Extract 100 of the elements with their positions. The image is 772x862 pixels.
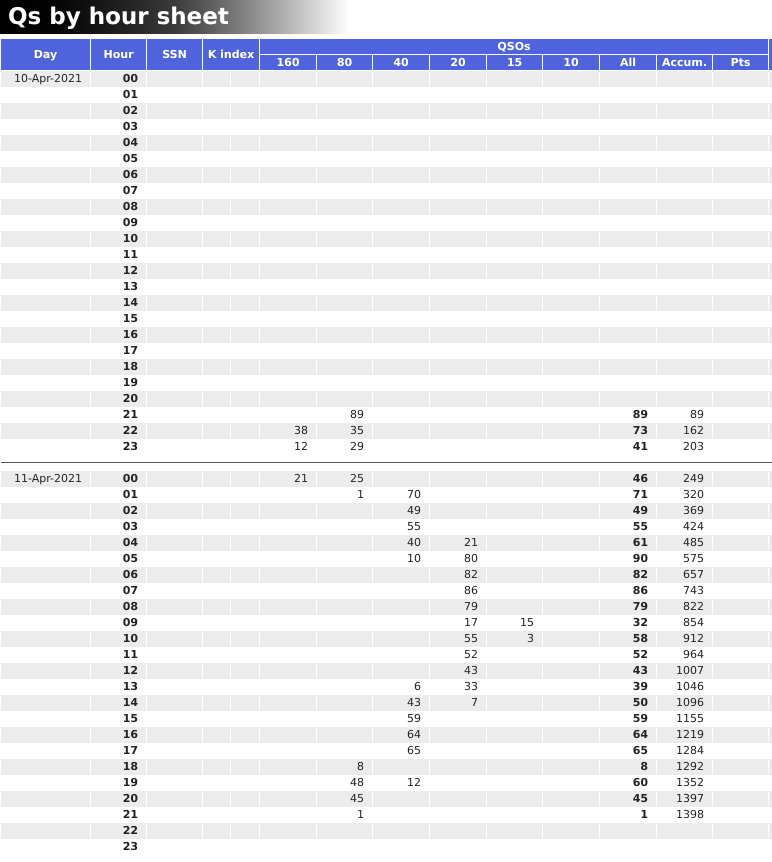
qso-cell: 79 xyxy=(464,600,478,613)
sheet-title: Qs by hour sheet xyxy=(8,6,229,28)
total-cell: 59 xyxy=(632,712,648,725)
hour-cell: 10 xyxy=(122,632,138,645)
qso-cell: 45 xyxy=(350,792,364,805)
hour-cell: 22 xyxy=(122,824,138,837)
hour-cell: 16 xyxy=(122,728,138,741)
hour-cell: 15 xyxy=(122,312,138,325)
total-cell: 49 xyxy=(632,504,648,517)
qso-cell: 7 xyxy=(471,696,478,709)
accumulated-cell: 485 xyxy=(683,536,704,549)
qso-cell: 33 xyxy=(464,680,478,693)
hour-cell: 07 xyxy=(122,184,138,197)
day-cell: 10-Apr-2021 xyxy=(14,72,82,86)
hour-cell: 22 xyxy=(122,424,138,437)
total-cell: 58 xyxy=(632,632,648,645)
qso-cell: 6 xyxy=(414,680,422,693)
accumulated-cell: 1046 xyxy=(676,680,704,693)
day-cell: 11-Apr-2021 xyxy=(14,472,82,485)
column-header: 15 xyxy=(486,54,543,70)
total-cell: 46 xyxy=(632,472,648,485)
column-header: All xyxy=(600,54,657,70)
total-cell: 39 xyxy=(632,680,648,693)
qso-cell: 40 xyxy=(407,536,422,549)
column-header: 80 xyxy=(316,54,373,70)
accumulated-cell: 424 xyxy=(683,520,704,533)
hour-cell: 18 xyxy=(122,360,138,373)
hour-cell: 02 xyxy=(122,504,138,517)
column-header: 40 xyxy=(372,54,430,70)
accumulated-cell: 1398 xyxy=(676,808,704,821)
qso-cell: 21 xyxy=(464,536,478,549)
hour-cell: 23 xyxy=(122,440,138,453)
hour-cell: 10 xyxy=(122,232,138,245)
hour-cell: 13 xyxy=(122,280,138,293)
accumulated-cell: 1352 xyxy=(676,776,704,789)
qso-cell: 65 xyxy=(407,744,422,757)
accumulated-cell: 1397 xyxy=(676,792,704,805)
hour-cell: 14 xyxy=(122,296,138,309)
column-header: SSN xyxy=(146,38,202,70)
total-cell: 52 xyxy=(632,648,648,661)
hour-cell: 11 xyxy=(122,248,138,261)
hour-cell: 12 xyxy=(122,664,138,677)
accumulated-cell: 575 xyxy=(683,552,704,565)
hour-cell: 00 xyxy=(122,472,138,485)
hour-cell: 12 xyxy=(122,264,138,277)
qso-cell: 52 xyxy=(464,648,478,661)
qso-cell: 12 xyxy=(294,440,308,453)
accumulated-cell: 1292 xyxy=(676,760,704,773)
hour-cell: 05 xyxy=(122,552,138,565)
hour-cell: 03 xyxy=(122,120,138,133)
accumulated-cell: 369 xyxy=(683,504,704,517)
hour-cell: 19 xyxy=(122,376,138,389)
column-header: Day xyxy=(0,38,90,70)
qso-cell: 43 xyxy=(464,664,478,677)
accumulated-cell: 912 xyxy=(683,632,704,645)
accumulated-cell: 1007 xyxy=(676,664,704,677)
column-header: 10 xyxy=(542,54,600,70)
hour-cell: 06 xyxy=(122,168,138,181)
total-cell: 41 xyxy=(632,440,648,453)
accumulated-cell: 203 xyxy=(683,440,704,453)
qso-cell: 64 xyxy=(407,728,422,741)
hour-cell: 08 xyxy=(122,600,138,613)
qso-cell: 48 xyxy=(350,776,364,789)
hour-cell: 17 xyxy=(122,744,138,757)
hour-cell: 16 xyxy=(122,328,138,341)
column-header: K index xyxy=(202,38,260,70)
qso-cell: 59 xyxy=(407,712,422,725)
hour-cell: 05 xyxy=(122,152,138,165)
column-header: 160 xyxy=(260,54,317,70)
hour-cell: 09 xyxy=(122,616,138,629)
total-cell: 89 xyxy=(632,408,648,421)
qso-cell: 21 xyxy=(294,472,308,485)
qso-cell: 35 xyxy=(350,424,364,437)
hour-cell: 13 xyxy=(122,680,138,693)
total-cell: 60 xyxy=(632,776,648,789)
hour-cell: 11 xyxy=(122,648,138,661)
hour-cell: 07 xyxy=(122,584,138,597)
qso-cell: 55 xyxy=(464,632,478,645)
total-cell: 1 xyxy=(640,808,648,821)
accumulated-cell: 249 xyxy=(683,472,704,485)
total-cell: 32 xyxy=(632,616,648,629)
total-cell: 90 xyxy=(632,552,648,565)
qso-cell: 55 xyxy=(407,520,422,533)
accumulated-cell: 1284 xyxy=(676,744,704,757)
hour-cell: 14 xyxy=(122,696,138,709)
qso-cell: 10 xyxy=(407,552,422,565)
total-cell: 82 xyxy=(632,568,648,581)
qso-cell: 12 xyxy=(407,776,422,789)
accumulated-cell: 1155 xyxy=(676,712,704,725)
accumulated-cell: 1219 xyxy=(676,728,704,741)
accumulated-cell: 854 xyxy=(683,616,704,629)
column-header: 20 xyxy=(430,54,487,70)
hour-cell: 01 xyxy=(122,488,138,501)
total-cell: 65 xyxy=(632,744,648,757)
hour-cell: 21 xyxy=(122,408,138,421)
accumulated-cell: 822 xyxy=(683,600,704,613)
accumulated-cell: 657 xyxy=(683,568,704,581)
column-header: Accum. xyxy=(656,54,713,70)
qso-cell: 86 xyxy=(464,584,478,597)
qso-cell: 15 xyxy=(520,616,534,629)
